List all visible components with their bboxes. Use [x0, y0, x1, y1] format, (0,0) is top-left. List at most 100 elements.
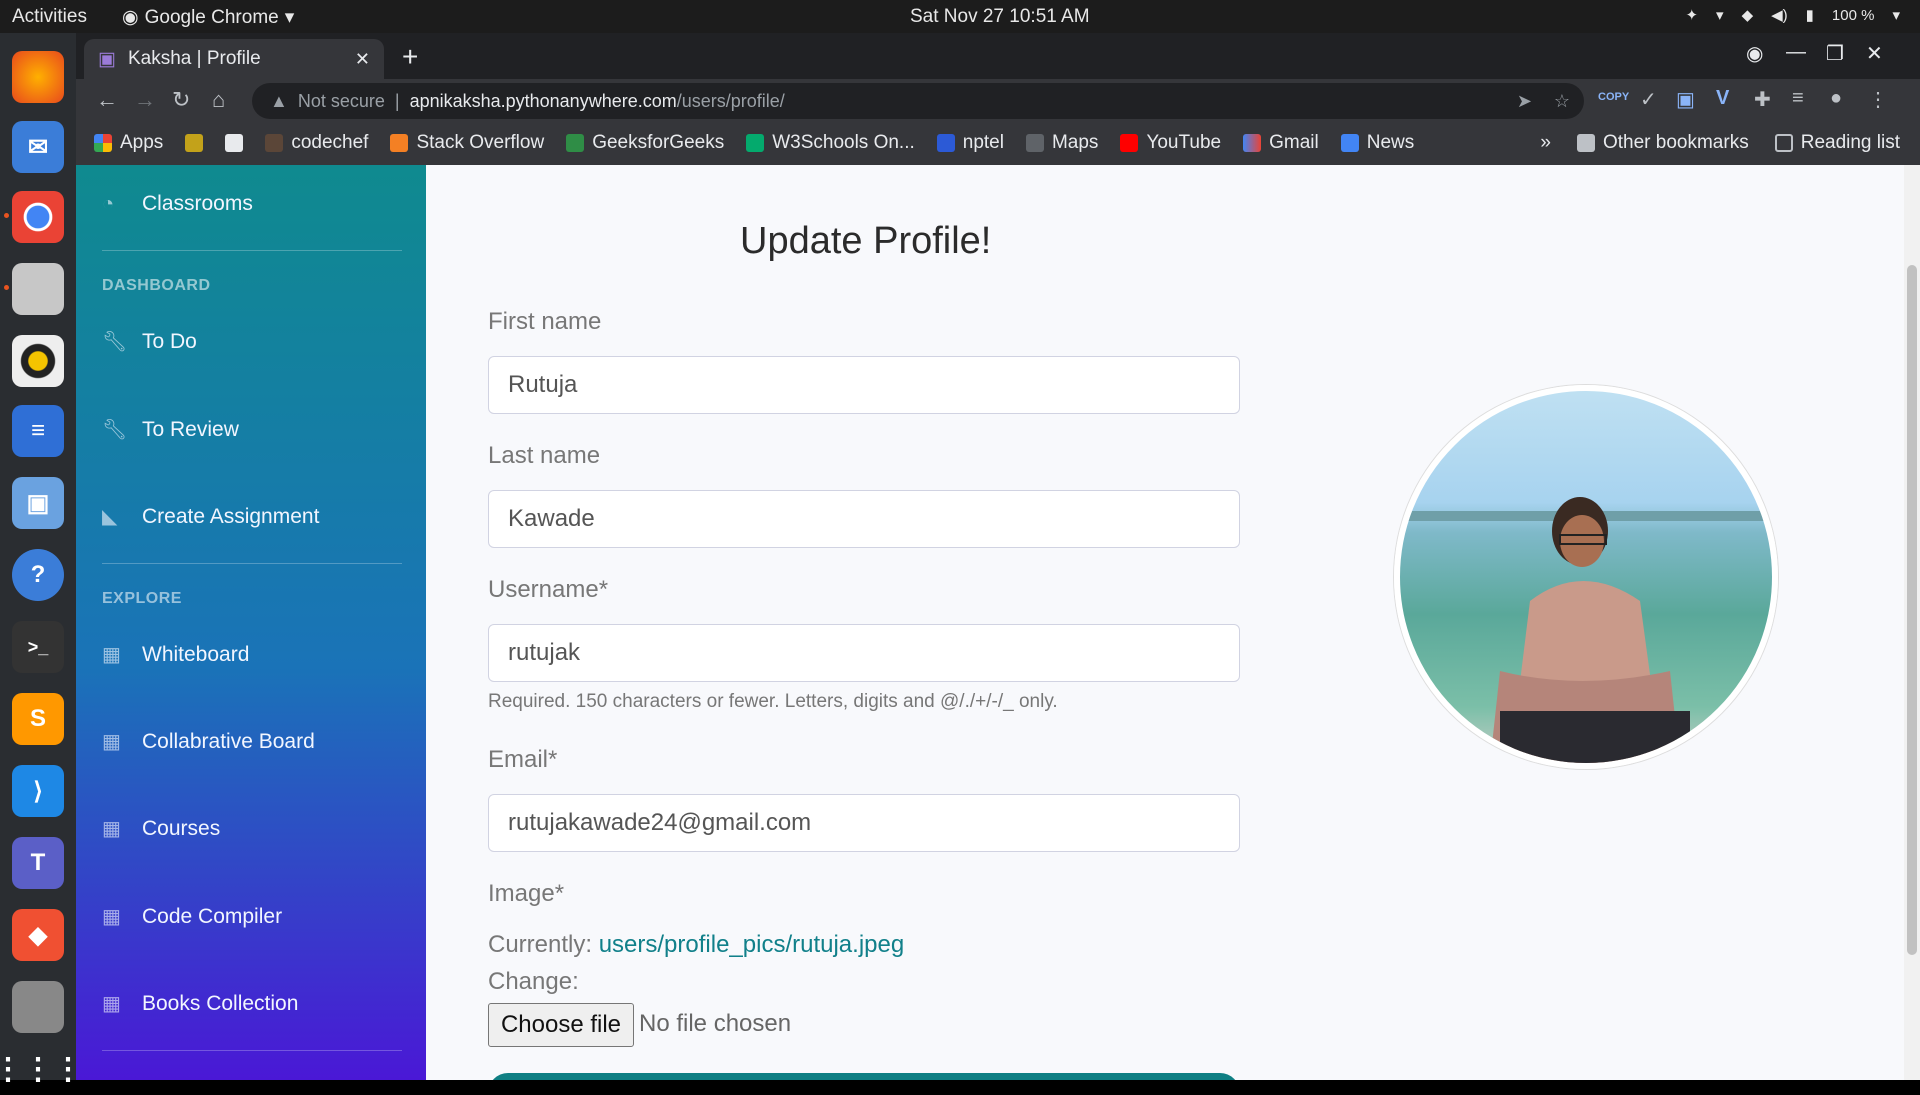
- username-field[interactable]: rutujak: [488, 624, 1240, 682]
- vscode-icon[interactable]: ⟩: [12, 765, 64, 817]
- sidebar-item-collaborative-board[interactable]: ▦ Collabrative Board: [102, 730, 315, 754]
- folder-icon: [1576, 134, 1595, 152]
- more-bookmarks-icon[interactable]: »: [1540, 132, 1551, 154]
- extensions-puzzle-icon[interactable]: ✚: [1754, 87, 1771, 112]
- sidebar-item-todo[interactable]: 🔧︎ To Do: [102, 330, 197, 354]
- bookmark-news[interactable]: News: [1340, 132, 1414, 154]
- restore-icon[interactable]: ❐: [1826, 41, 1844, 66]
- teams-icon[interactable]: T: [12, 837, 64, 889]
- close-window-icon[interactable]: ✕: [1866, 41, 1883, 66]
- menu-kebab-icon[interactable]: ⋮: [1868, 87, 1888, 112]
- bookmark-apps[interactable]: Apps: [94, 132, 163, 154]
- git-icon[interactable]: ◆: [12, 909, 64, 961]
- bookmark-youtube[interactable]: YouTube: [1120, 132, 1221, 154]
- url-path: /users/profile/: [676, 90, 785, 111]
- gauge-icon: ◔: [102, 193, 115, 215]
- app-grid-icon[interactable]: ⋮⋮⋮: [0, 1043, 83, 1095]
- minimize-icon[interactable]: —: [1786, 41, 1806, 64]
- tab-profile[interactable]: ▣ Kaksha | Profile ✕: [84, 39, 384, 79]
- bookmark-stackoverflow[interactable]: Stack Overflow: [390, 132, 544, 154]
- sidebar-item-courses[interactable]: ▦ Courses: [102, 817, 220, 841]
- bookmark-nptel[interactable]: nptel: [936, 132, 1004, 154]
- forward-icon[interactable]: →: [134, 87, 156, 113]
- bookmarks-right: » Other bookmarks Reading list: [1540, 121, 1900, 165]
- copy-extension-icon[interactable]: COPY: [1598, 91, 1629, 103]
- tab-search-icon[interactable]: ◉: [1746, 41, 1763, 66]
- bookmark-maps[interactable]: Maps: [1025, 132, 1098, 154]
- files-icon[interactable]: [12, 263, 64, 315]
- sidebar-item-classrooms[interactable]: ◔ Classrooms: [102, 192, 253, 216]
- sidebar-item-books-collection[interactable]: ▦ Books Collection: [102, 992, 298, 1016]
- writer-icon[interactable]: ≡: [12, 405, 64, 457]
- new-tab-button[interactable]: +: [402, 41, 418, 73]
- sidebar-item-to-review[interactable]: 🔧︎ To Review: [102, 418, 239, 442]
- meet-extension-icon[interactable]: ▣: [1676, 87, 1695, 112]
- email-field[interactable]: rutujakawade24@gmail.com: [488, 794, 1240, 852]
- chrome-icon[interactable]: [12, 191, 64, 243]
- sublime-icon[interactable]: S: [12, 693, 64, 745]
- tab-title: Kaksha | Profile: [127, 48, 261, 69]
- address-bar[interactable]: ▲ Not secure | apnikaksha.pythonanywhere…: [252, 83, 1584, 119]
- thunderbird-icon[interactable]: ✉: [12, 121, 64, 173]
- sidebar-item-create-assignment[interactable]: ◣ Create Assignment: [102, 505, 319, 529]
- sidebar-heading-dashboard: DASHBOARD: [102, 277, 211, 294]
- close-tab-icon[interactable]: ✕: [355, 49, 370, 70]
- security-label[interactable]: Not secure: [298, 91, 385, 112]
- firefox-icon[interactable]: [12, 51, 64, 103]
- bookmark-star-icon[interactable]: ☆: [1554, 91, 1570, 112]
- table-icon: ▦: [102, 993, 121, 1015]
- bookmark-gmail[interactable]: Gmail: [1243, 132, 1319, 154]
- check-extension-icon[interactable]: ✓: [1640, 87, 1657, 112]
- vimeo-extension-icon[interactable]: V: [1716, 87, 1729, 110]
- youtube-icon: [1120, 134, 1139, 152]
- profile-photo: [1400, 497, 1772, 763]
- clock[interactable]: Sat Nov 27 10:51 AM: [910, 6, 1090, 28]
- nptel-icon: [936, 134, 955, 152]
- drive-icon[interactable]: [12, 981, 64, 1033]
- bookmark-codechef[interactable]: codechef: [265, 132, 368, 154]
- bookmark-geeksforgeeks[interactable]: GeeksforGeeks: [566, 132, 724, 154]
- activities-button[interactable]: Activities: [12, 6, 87, 28]
- app-name: Google Chrome: [144, 6, 279, 28]
- maps-icon: [1025, 134, 1044, 152]
- table-icon: ▦: [102, 644, 121, 666]
- media-control-icon[interactable]: ≡: [1792, 87, 1804, 110]
- last-name-label: Last name: [488, 442, 601, 469]
- sidebar-item-code-compiler[interactable]: ▦ Code Compiler: [102, 905, 282, 929]
- url-host: apnikaksha.pythonanywhere.com: [409, 90, 677, 111]
- sidebar-item-whiteboard[interactable]: ▦ Whiteboard: [102, 643, 249, 667]
- no-file-text: No file chosen: [639, 1010, 792, 1037]
- reading-list[interactable]: Reading list: [1774, 132, 1900, 154]
- email-label: Email*: [488, 746, 558, 773]
- back-icon[interactable]: ←: [96, 87, 118, 113]
- accessibility-icon[interactable]: ✦: [1685, 6, 1698, 24]
- chevron-down-icon: ▾: [1716, 7, 1724, 24]
- table-icon: ▦: [102, 906, 121, 928]
- other-bookmarks[interactable]: Other bookmarks: [1576, 132, 1749, 154]
- bookmark-yellow-icon[interactable]: [185, 134, 204, 152]
- help-icon[interactable]: ?: [12, 549, 64, 601]
- terminal-icon[interactable]: >_: [12, 621, 64, 673]
- username-label: Username*: [488, 576, 609, 603]
- software-icon[interactable]: ▣: [12, 477, 64, 529]
- rhythmbox-icon[interactable]: [12, 335, 64, 387]
- last-name-field[interactable]: Kawade: [488, 490, 1240, 548]
- choose-file-button[interactable]: Choose file: [488, 1003, 634, 1047]
- app-menu[interactable]: ◉ Google Chrome ▾: [122, 6, 294, 29]
- table-icon: ▦: [102, 731, 121, 753]
- reload-icon[interactable]: ↻: [172, 87, 190, 113]
- system-tray[interactable]: ✦ ▾ ◆ ◀) ▮ 100 % ▾: [1685, 6, 1900, 25]
- update-button[interactable]: [488, 1073, 1240, 1080]
- scrollbar-thumb[interactable]: [1907, 265, 1917, 955]
- current-image-link[interactable]: users/profile_pics/rutuja.jpeg: [599, 931, 905, 958]
- first-name-field[interactable]: Rutuja: [488, 356, 1240, 414]
- page-scrollbar[interactable]: [1904, 165, 1920, 1080]
- send-icon[interactable]: ➤: [1517, 91, 1532, 112]
- reading-list-icon: [1774, 134, 1793, 152]
- profile-avatar-icon[interactable]: ●: [1830, 87, 1842, 110]
- warning-icon[interactable]: ▲: [270, 91, 288, 112]
- bookmark-upload-icon[interactable]: [225, 134, 244, 152]
- codechef-icon: [265, 134, 284, 152]
- home-icon[interactable]: ⌂: [212, 87, 225, 113]
- bookmark-w3schools[interactable]: W3Schools On...: [746, 132, 915, 154]
